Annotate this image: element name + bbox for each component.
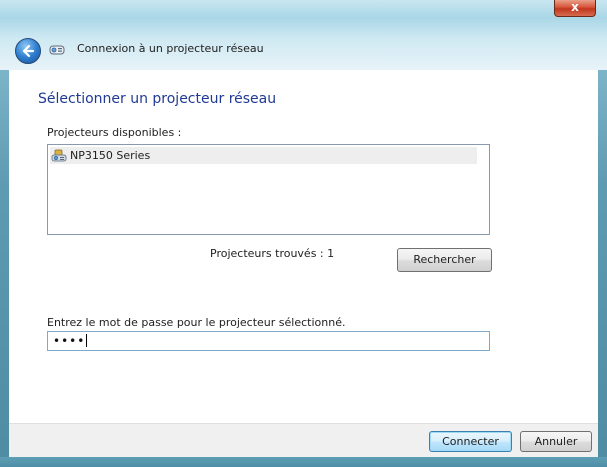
wizard-window: x Connexion à un projecteur réseau Sélec… xyxy=(0,0,607,467)
password-label: Entrez le mot de passe pour le projecteu… xyxy=(47,316,346,329)
projector-list[interactable]: NP3150 Series xyxy=(47,144,490,235)
network-projector-icon xyxy=(51,149,67,161)
window-frame-bottom xyxy=(0,457,607,467)
cancel-button[interactable]: Annuler xyxy=(520,431,592,452)
projector-list-item[interactable]: NP3150 Series xyxy=(50,147,477,164)
projector-name: NP3150 Series xyxy=(70,149,151,162)
window-frame-left xyxy=(0,0,9,467)
window-title: Connexion à un projecteur réseau xyxy=(77,42,264,55)
close-button[interactable]: x xyxy=(554,0,596,17)
text-caret xyxy=(86,334,88,347)
projectors-found-count: Projecteurs trouvés : 1 xyxy=(210,247,335,260)
password-mask: •••• xyxy=(53,334,86,348)
password-input[interactable]: •••• xyxy=(47,331,490,351)
connect-button[interactable]: Connecter xyxy=(429,431,512,452)
available-projectors-label: Projecteurs disponibles : xyxy=(47,126,182,139)
title-bar: x Connexion à un projecteur réseau xyxy=(0,0,607,70)
back-arrow-icon xyxy=(22,44,35,58)
back-button[interactable] xyxy=(15,38,41,64)
window-frame-right xyxy=(598,0,607,467)
network-projector-wizard-icon xyxy=(49,45,65,55)
search-button[interactable]: Rechercher xyxy=(397,248,492,272)
button-bar: Connecter Annuler xyxy=(9,423,598,457)
page-heading: Sélectionner un projecteur réseau xyxy=(38,91,277,107)
